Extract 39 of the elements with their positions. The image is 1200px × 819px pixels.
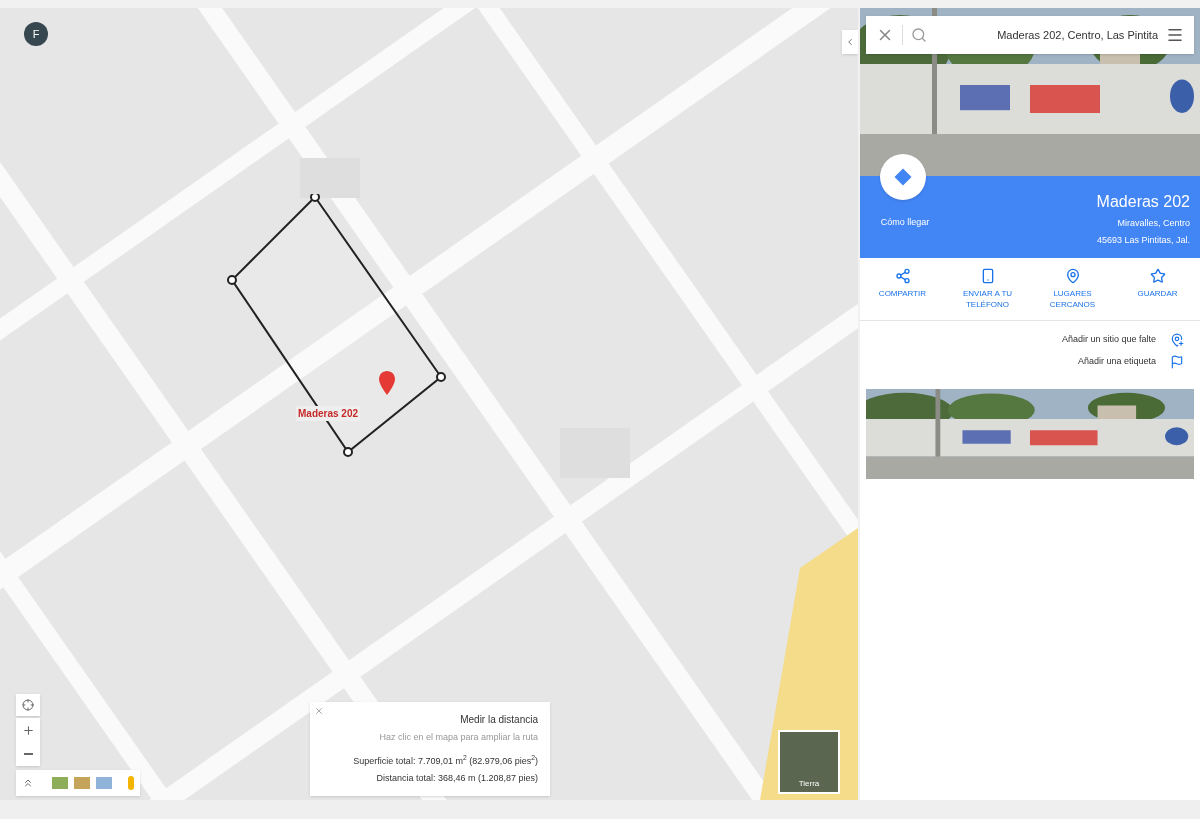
pin-icon (1064, 268, 1081, 284)
directions-button[interactable] (880, 154, 926, 200)
terrain-thumbnail[interactable] (96, 777, 112, 789)
share-icon (894, 268, 911, 284)
map-pin-icon (379, 371, 395, 395)
search-box[interactable]: Maderas 202, Centro, Las Pintita (866, 16, 1194, 54)
action-button[interactable]: ENVIAR A TU TELÉFONO (951, 268, 1024, 310)
layer-label: Tierra (798, 778, 820, 790)
flag-icon (1170, 355, 1184, 369)
action-button[interactable]: COMPARTIR (866, 268, 939, 310)
layer-switcher[interactable]: Tierra (778, 730, 840, 794)
pin-icon (1170, 333, 1184, 347)
measure-title: Medir la distancia (460, 713, 538, 727)
terrain-thumbnail[interactable] (52, 777, 68, 789)
area-text: Superficie total: 7.709,01 m$^{2}$ (82.979,06 pies$^{2}$) (353, 754, 538, 768)
distance-text: Distancia total: 368,46 m (1.208,87 pies) (376, 772, 538, 785)
chevron-icon (845, 37, 855, 47)
menu-icon[interactable] (1166, 26, 1184, 44)
search-field[interactable]: Maderas 202, Centro, Las Pintita (935, 26, 1158, 44)
location-icon (22, 699, 34, 711)
place-address: Miravalles, Centro (1117, 217, 1190, 230)
search-icon[interactable] (911, 27, 927, 43)
location-button[interactable] (16, 694, 40, 716)
minus-icon (23, 753, 33, 755)
action-button[interactable]: LUGARES CERCANOS (1036, 268, 1109, 310)
add-link[interactable]: Añadir una etiqueta (1077, 355, 1156, 369)
place-title: Maderas 202 (1096, 192, 1190, 212)
terrain-thumbnail[interactable] (74, 777, 90, 789)
action-button[interactable]: GUARDAR (1121, 268, 1194, 310)
place-address: 45693 Las Pintitas, Jal. (1096, 233, 1190, 247)
close-icon[interactable] (314, 706, 324, 716)
pegman-icon[interactable] (128, 776, 134, 790)
star-icon (1149, 268, 1166, 284)
add-link[interactable]: Añadir un sitio que falte (1061, 333, 1156, 347)
plus-icon (21, 723, 35, 737)
marker-label: Maderas 202 (296, 406, 361, 421)
measure-hint: Haz clic en el mapa para ampliar la ruta (379, 731, 538, 744)
directions-label: Cómo llegar (880, 216, 930, 229)
expand-icon[interactable] (22, 777, 34, 789)
